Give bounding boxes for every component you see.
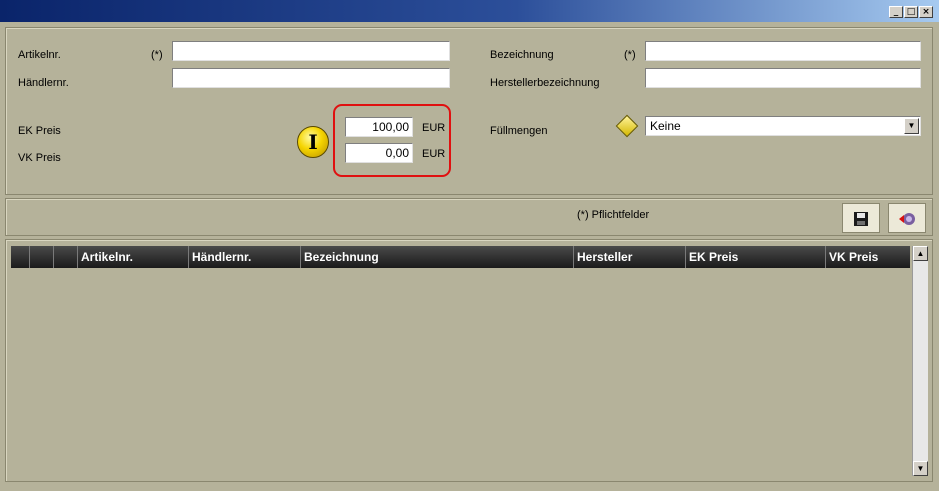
bezeichnung-required-marker: (*)	[624, 49, 636, 61]
ek-preis-input[interactable]	[345, 117, 413, 137]
bezeichnung-label: Bezeichnung	[490, 49, 554, 61]
grid-column-header-bezeichnung[interactable]: Bezeichnung	[301, 246, 574, 268]
ek-preis-label: EK Preis	[18, 125, 61, 137]
chevron-down-icon[interactable]: ▼	[904, 118, 919, 134]
ek-preis-unit: EUR	[422, 122, 446, 134]
artikelnr-input[interactable]	[172, 41, 450, 61]
reset-button[interactable]	[888, 203, 926, 233]
grid-column-header-hersteller[interactable]: Hersteller	[574, 246, 686, 268]
grid-column-header[interactable]	[30, 246, 54, 268]
haendlernr-label: Händlernr.	[18, 77, 69, 89]
toolbar-panel	[5, 198, 933, 236]
herstellerbezeichnung-label: Herstellerbezeichnung	[490, 77, 600, 89]
grid-column-header-artikelnr[interactable]: Artikelnr.	[78, 246, 189, 268]
price-highlight-frame	[333, 104, 451, 177]
save-button[interactable]	[842, 203, 880, 233]
scroll-down-icon[interactable]: ▼	[913, 461, 928, 476]
artikelnr-label: Artikelnr.	[18, 49, 61, 61]
grid-column-header-vk-preis[interactable]: VK Preis	[826, 246, 910, 268]
close-button[interactable]: ×	[919, 6, 933, 18]
bezeichnung-input[interactable]	[645, 41, 921, 61]
title-bar: _ □ ×	[0, 0, 939, 22]
fuellmengen-select[interactable]: Keine ▼	[645, 116, 921, 136]
grid-header: Artikelnr. Händlernr. Bezeichnung Herste…	[11, 246, 910, 268]
vk-preis-input[interactable]	[345, 143, 413, 163]
grid-column-header[interactable]	[54, 246, 78, 268]
grid-column-header-ek-preis[interactable]: EK Preis	[686, 246, 826, 268]
fuellmengen-selected-value: Keine	[650, 119, 681, 133]
save-icon	[853, 210, 869, 227]
grid-column-header-haendlernr[interactable]: Händlernr.	[189, 246, 301, 268]
artikelnr-required-marker: (*)	[151, 49, 163, 61]
vk-preis-label: VK Preis	[18, 152, 61, 164]
required-fields-note: (*) Pflichtfelder	[577, 209, 650, 221]
minimize-button[interactable]: _	[889, 6, 903, 18]
grid-body	[11, 268, 910, 476]
info-icon: I	[297, 126, 329, 158]
grid-column-header[interactable]	[11, 246, 30, 268]
vk-preis-unit: EUR	[422, 148, 446, 160]
window-controls: _ □ ×	[889, 6, 933, 18]
maximize-button[interactable]: □	[904, 6, 918, 18]
haendlernr-input[interactable]	[172, 68, 450, 88]
fuellmengen-label: Füllmengen	[490, 125, 548, 137]
herstellerbezeichnung-input[interactable]	[645, 68, 921, 88]
vertical-scrollbar[interactable]: ▲ ▼	[912, 246, 928, 476]
scroll-up-icon[interactable]: ▲	[913, 246, 928, 261]
reset-icon	[898, 210, 916, 226]
